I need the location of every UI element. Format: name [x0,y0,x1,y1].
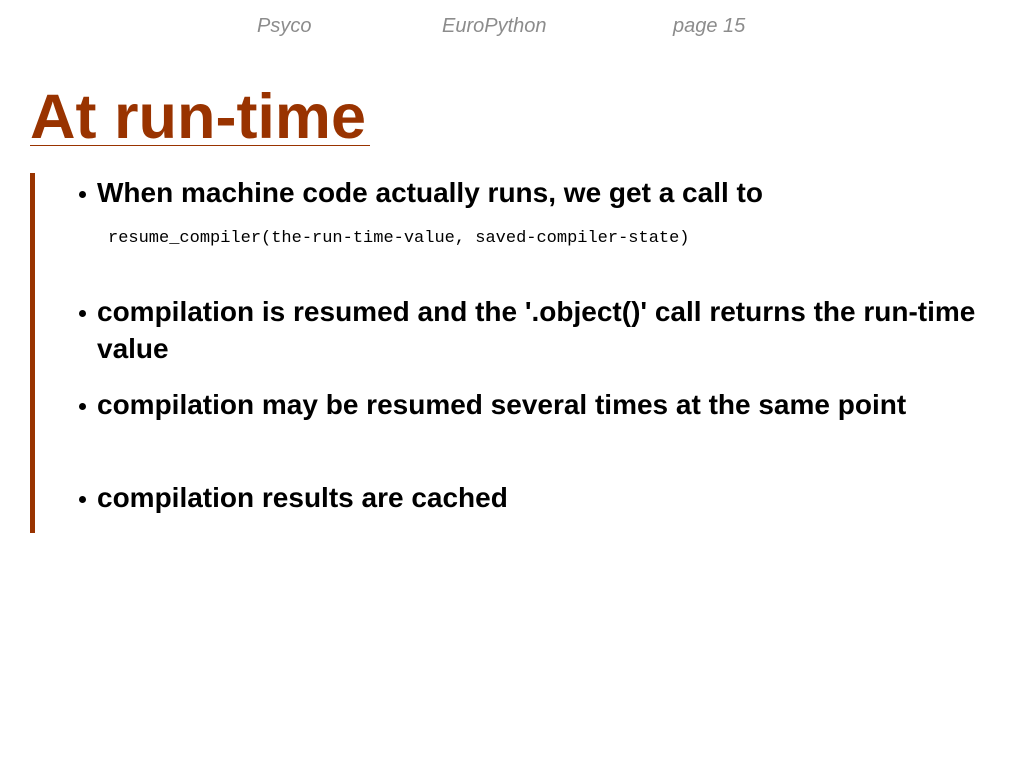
slide-title: At run-time [30,82,366,152]
left-accent-bar [30,173,35,533]
bullet-dot-icon [79,496,86,503]
header-page-number: page 15 [673,15,746,37]
bullet-dot-icon [79,191,86,198]
header-presentation-name: Psyco [257,15,312,37]
bullet-item: compilation is resumed and the '.object(… [79,293,989,367]
bullet-item: When machine code actually runs, we get … [79,174,989,211]
code-snippet: resume_compiler(the-run-time-value, save… [108,229,690,248]
title-underline [30,145,370,146]
bullet-item: compilation results are cached [79,479,989,516]
bullet-text: compilation may be resumed several times… [97,389,907,420]
bullet-item: compilation may be resumed several times… [79,386,989,423]
bullet-dot-icon [79,403,86,410]
bullet-dot-icon [79,310,86,317]
bullet-text: compilation is resumed and the '.object(… [97,296,976,364]
bullet-text: compilation results are cached [97,482,508,513]
bullet-text: When machine code actually runs, we get … [97,177,763,208]
header-event-name: EuroPython [442,15,547,37]
